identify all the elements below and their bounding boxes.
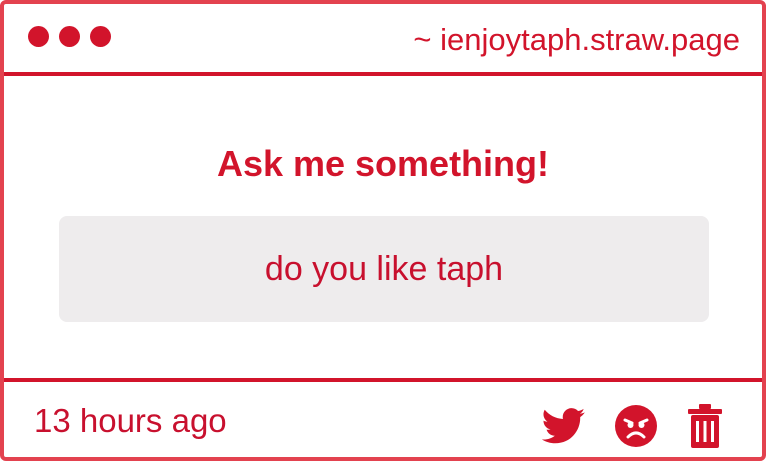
message-timestamp: 13 hours ago — [34, 402, 227, 439]
question-box: do you like taph — [59, 216, 709, 322]
twitter-share-button[interactable] — [542, 408, 586, 444]
prompt-heading: Ask me something! — [216, 143, 550, 184]
message-card: ~ ienjoytaph.straw.page Ask me something… — [0, 0, 766, 461]
window-header: ~ ienjoytaph.straw.page — [4, 4, 762, 76]
angry-face-icon — [615, 405, 657, 447]
react-button[interactable] — [614, 404, 658, 448]
message-footer: 13 hours ago — [4, 378, 762, 457]
window-dot-icon — [28, 26, 49, 47]
window-dot-icon — [59, 26, 80, 47]
trash-icon — [688, 404, 722, 448]
twitter-icon — [542, 408, 585, 444]
question-text: do you like taph — [264, 250, 504, 288]
page-domain[interactable]: ~ ienjoytaph.straw.page — [413, 20, 740, 60]
window-dot-icon — [90, 26, 111, 47]
window-controls — [28, 26, 111, 47]
delete-button[interactable] — [686, 402, 724, 450]
message-actions — [542, 402, 724, 450]
message-content: Ask me something! do you like taph — [4, 76, 762, 378]
